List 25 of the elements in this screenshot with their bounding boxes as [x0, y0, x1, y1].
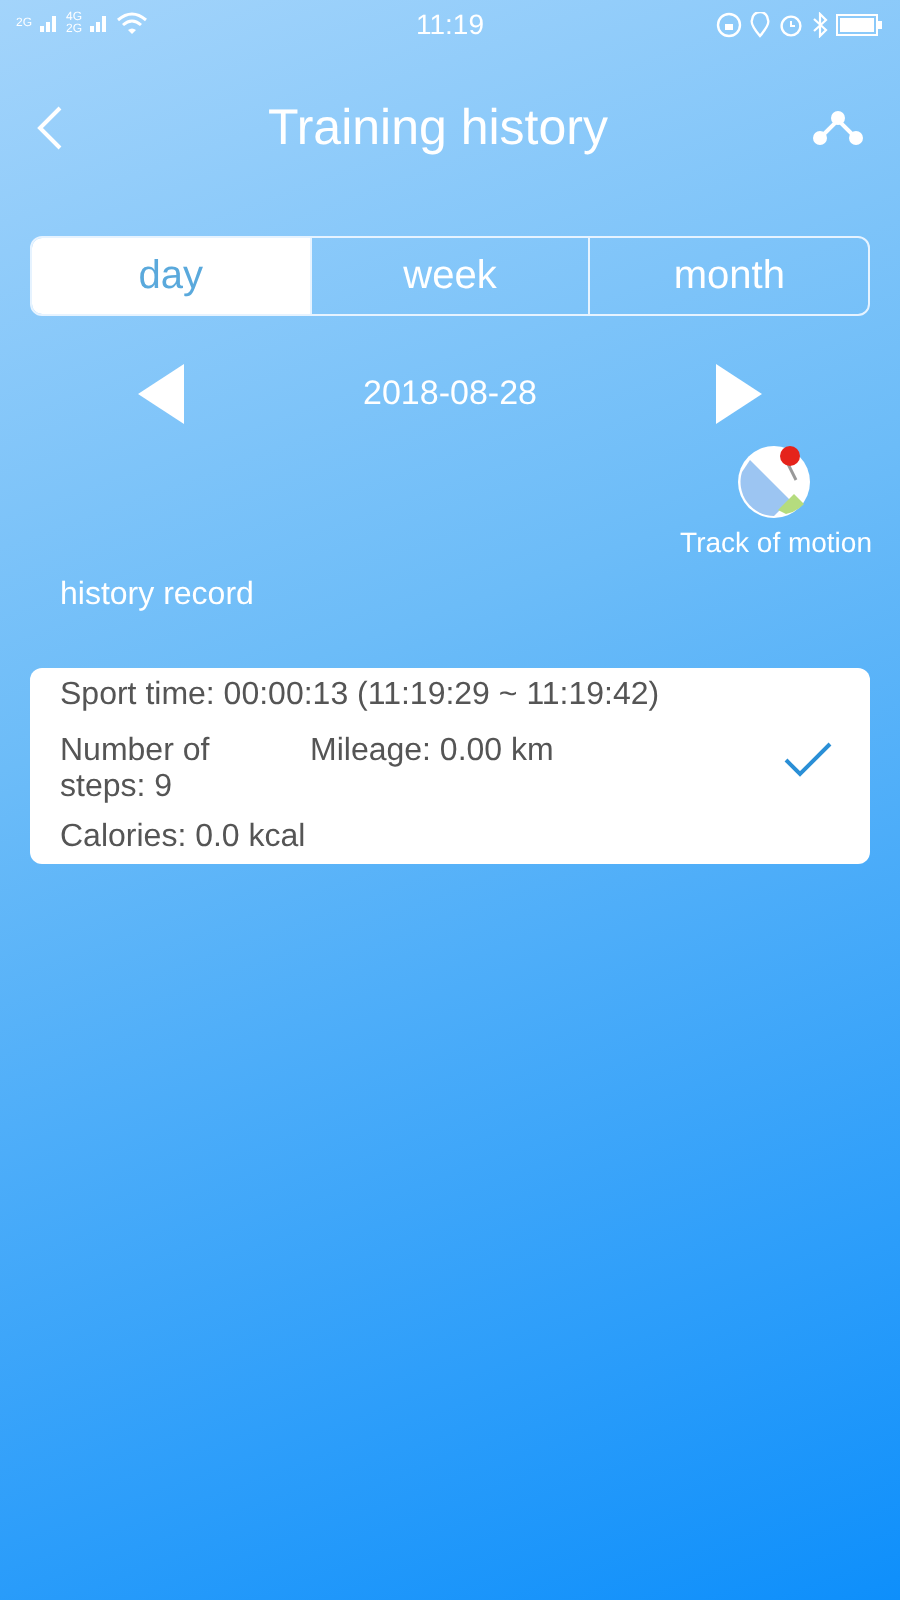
back-icon[interactable]	[36, 104, 64, 152]
date-label: 2018-08-28	[363, 374, 537, 414]
clock-time: 11:19	[416, 8, 484, 40]
share-icon[interactable]	[811, 110, 864, 146]
record-card[interactable]: Sport time: 00:00:13 (11:19:29 ~ 11:19:42) Number of steps: 9 Mileage: 0.00 km Calories: 0.0 kcal	[30, 668, 870, 864]
page-title: Training history	[268, 99, 608, 157]
signal-icon	[40, 16, 59, 32]
track-of-motion-button[interactable]: Track of motion	[680, 440, 872, 558]
mileage-text: Mileage: 0.00 km	[310, 734, 556, 770]
section-title: history record	[58, 578, 256, 614]
location-icon	[750, 11, 770, 37]
lock-rotation-icon	[716, 11, 742, 37]
steps-text: Number of steps: 9	[60, 734, 212, 806]
alarm-icon	[778, 11, 804, 37]
signal-icon	[90, 16, 109, 32]
previous-day-icon[interactable]	[138, 364, 186, 424]
period-tab[interactable]: week	[309, 238, 589, 314]
wifi-icon	[116, 12, 149, 36]
period-tab[interactable]: month	[588, 238, 868, 314]
sport-time-text: Sport time: 00:00:13 (11:19:29 ~ 11:19:42)	[60, 676, 662, 716]
next-day-icon[interactable]	[714, 364, 762, 424]
battery-icon	[836, 13, 884, 35]
period-tab[interactable]: day	[32, 238, 310, 314]
bluetooth-icon	[812, 11, 828, 37]
calories-text: Calories: 0.0 kcal	[60, 818, 308, 858]
